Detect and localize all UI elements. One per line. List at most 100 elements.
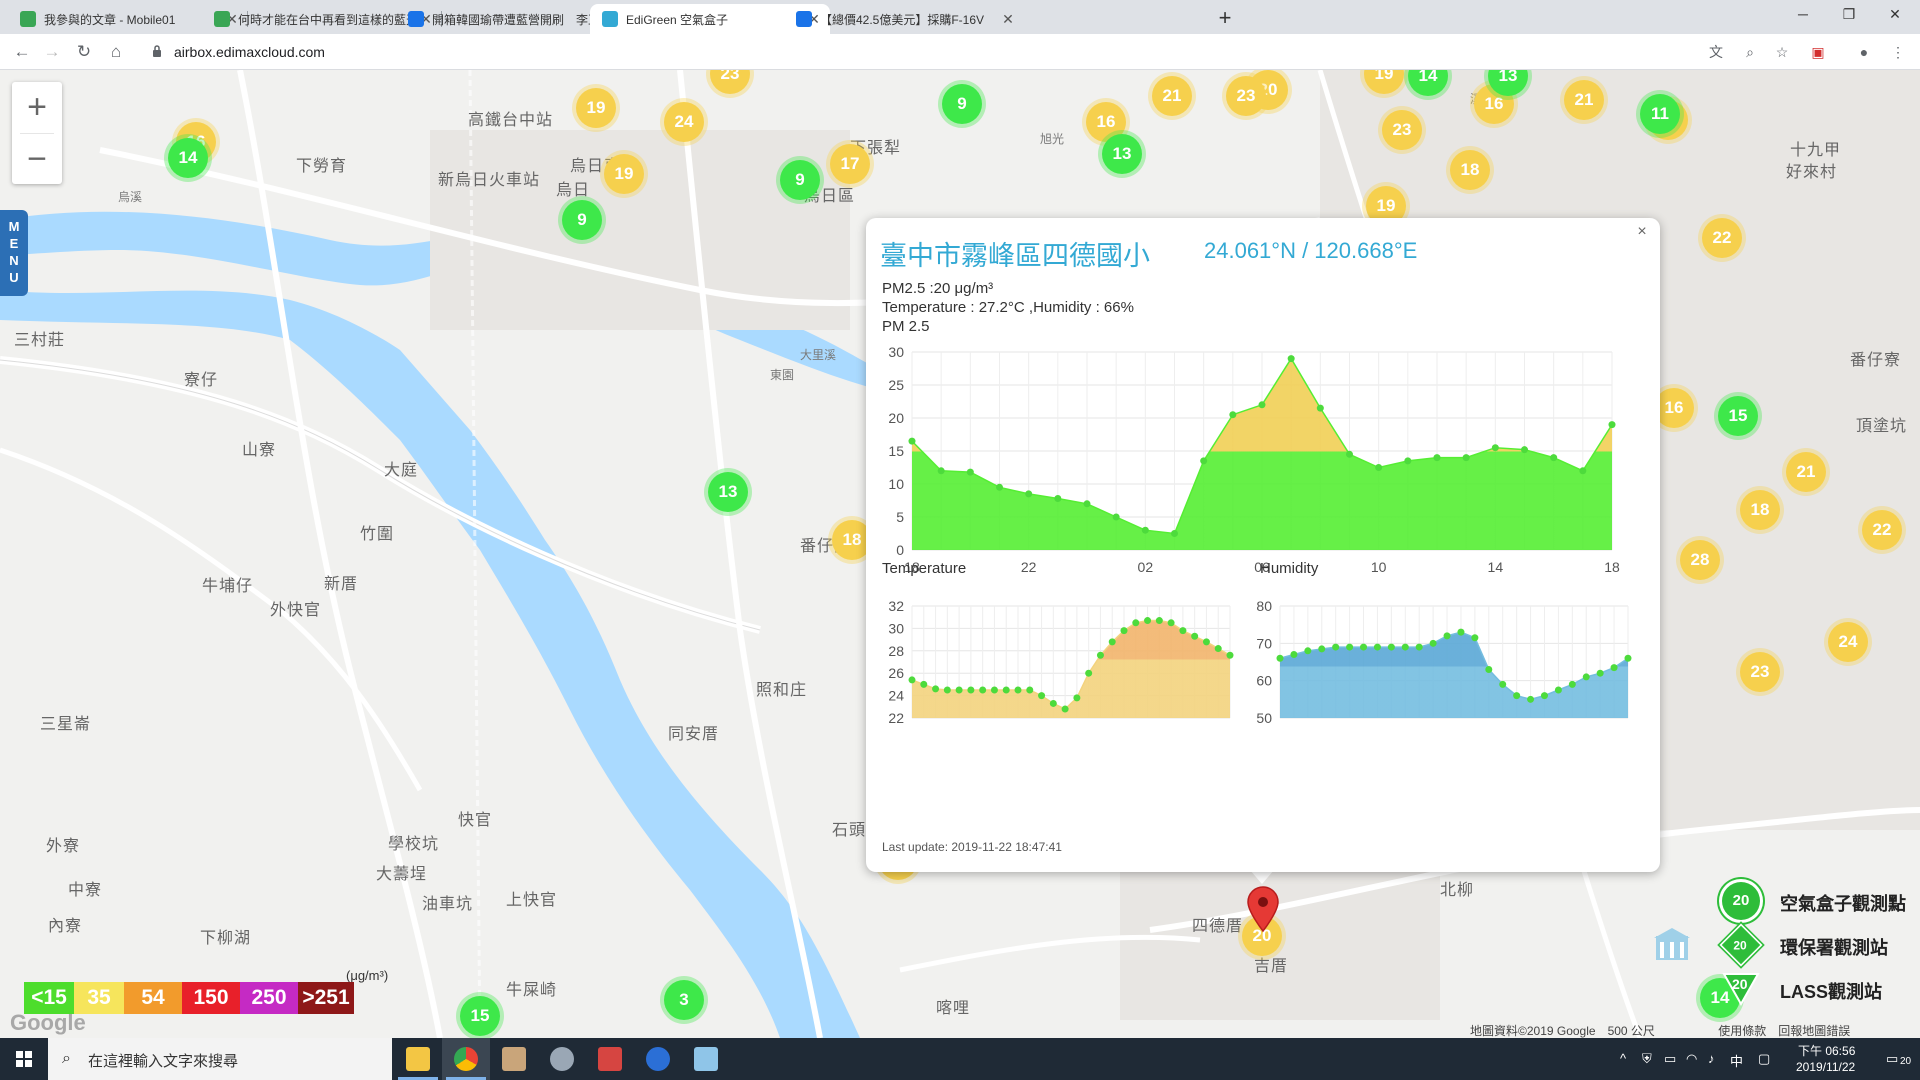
legend-epa-label: 環保署觀測站	[1780, 938, 1888, 958]
taskbar-app-7[interactable]	[682, 1038, 730, 1080]
river-label: 大里溪	[800, 348, 837, 362]
zoom-magnifier-icon[interactable]: ⌕	[1740, 42, 1760, 62]
ime-mode-icon[interactable]: ▢	[1758, 1051, 1770, 1067]
pm-chart-title: PM 2.5	[882, 318, 930, 335]
new-tab-button[interactable]: +	[1212, 6, 1238, 32]
tab-label: 開箱韓國瑜帶遭藍營開刷 李正皓	[432, 12, 612, 27]
bookmark-star-icon[interactable]: ☆	[1772, 42, 1792, 62]
airbox-marker-moderate[interactable]: 23	[1382, 110, 1422, 150]
lock-icon	[153, 45, 161, 57]
pm25-point	[1054, 495, 1062, 503]
airbox-marker-moderate[interactable]: 23	[1226, 76, 1266, 116]
close-icon[interactable]: ×	[1632, 222, 1652, 242]
airbox-marker-moderate[interactable]: 22	[1702, 218, 1742, 258]
pm25-point	[937, 467, 945, 475]
back-arrow-icon[interactable]: ←	[10, 40, 34, 64]
humidity-y-tick-label: 70	[1256, 635, 1272, 651]
translate-icon[interactable]: 文	[1706, 42, 1726, 62]
account-icon[interactable]: ●	[1854, 42, 1874, 62]
notification-icon[interactable]: ▭	[1886, 1051, 1898, 1067]
humidity-point	[1443, 632, 1451, 640]
forward-arrow-icon[interactable]: →	[40, 40, 64, 64]
airbox-marker-good[interactable]: 13	[708, 472, 748, 512]
place-label: 牛埔仔	[202, 578, 254, 595]
taskbar-search-box[interactable]: ⌕ 在這裡輸入文字來搜尋	[48, 1038, 392, 1080]
legend-airbox[interactable]: 20 空氣盒子觀測點	[1650, 882, 1920, 922]
airbox-marker-moderate[interactable]: 28	[1680, 540, 1720, 580]
airbox-marker-moderate[interactable]: 22	[1862, 510, 1902, 550]
legend-epa-station[interactable]: 20 環保署觀測站	[1650, 923, 1920, 967]
taskbar-app-5[interactable]	[586, 1038, 634, 1080]
airbox-marker-moderate[interactable]: 24	[664, 102, 704, 142]
taskbar-app-6[interactable]	[634, 1038, 682, 1080]
airbox-marker-moderate[interactable]: 16	[1654, 388, 1694, 428]
side-menu-button[interactable]: MENU	[0, 210, 28, 296]
place-label: 高鐵台中站	[468, 112, 554, 129]
search-icon: ⌕	[62, 1050, 71, 1067]
battery-icon[interactable]: ▭	[1664, 1051, 1676, 1067]
airbox-marker-moderate[interactable]: 18	[1450, 150, 1490, 190]
airbox-marker-moderate[interactable]: 21	[1152, 76, 1192, 116]
airbox-marker-good[interactable]: 9	[562, 200, 602, 240]
windows-start-icon[interactable]	[0, 1038, 48, 1080]
airbox-marker-moderate[interactable]: 24	[1828, 622, 1868, 662]
taskbar-app-4[interactable]	[538, 1038, 586, 1080]
clock-date[interactable]: 2019/11/22	[1796, 1060, 1855, 1074]
airbox-marker-moderate[interactable]: 17	[830, 144, 870, 184]
location-pin-icon[interactable]	[1246, 886, 1280, 932]
wifi-icon[interactable]: ◠	[1686, 1051, 1697, 1067]
taskbar-file-explorer[interactable]	[394, 1038, 442, 1080]
pm25-point	[1346, 450, 1353, 458]
address-bar[interactable]: airbox.edimaxcloud.com	[140, 38, 1750, 66]
airbox-marker-good[interactable]: 3	[664, 980, 704, 1020]
airbox-marker-good[interactable]: 15	[1718, 396, 1758, 436]
legend-lass-station[interactable]: 20 LASS觀測站	[1650, 970, 1920, 1010]
clock-time[interactable]: 下午 06:56	[1798, 1042, 1855, 1059]
tab-close-icon[interactable]: ✕	[1000, 11, 1016, 28]
zoom-in-button[interactable]: +	[12, 82, 62, 133]
airbox-marker-good[interactable]: 15	[460, 996, 500, 1036]
extension-icon[interactable]: ▣	[1808, 42, 1828, 62]
place-label: 北柳	[1440, 882, 1475, 899]
minimize-button[interactable]: ─	[1780, 0, 1826, 30]
map-attribution[interactable]: 地圖資料©2019 Google 500 公尺 使用條款 回報地圖錯誤	[1470, 1022, 1850, 1039]
airbox-marker-moderate[interactable]: 19	[576, 88, 616, 128]
humidity-point	[1527, 695, 1535, 703]
more-menu-icon[interactable]: ⋮	[1888, 42, 1908, 62]
system-tray: ^ ⛨ ▭ ◠ ♪ 中 ▢ 下午 06:56 2019/11/22 ▭ 20	[1620, 1038, 1920, 1080]
chevron-up-icon[interactable]: ^	[1620, 1051, 1626, 1066]
pm25-point	[1462, 454, 1470, 462]
airbox-marker-good[interactable]: 11	[1640, 94, 1680, 134]
airbox-marker-good[interactable]: 9	[942, 84, 982, 124]
airbox-marker-good[interactable]: 13	[1102, 134, 1142, 174]
tab-f16v-article[interactable]: 【總價42.5億美元】採購F-16V ✕	[784, 4, 1024, 34]
taskbar-chrome[interactable]	[442, 1038, 490, 1080]
humidity-point	[1304, 647, 1312, 655]
close-window-button[interactable]: ✕	[1872, 0, 1918, 30]
home-icon[interactable]: ⌂	[104, 40, 128, 64]
last-update-text: Last update: 2019-11-22 18:47:41	[882, 840, 1062, 854]
airbox-marker-good[interactable]: 14	[168, 138, 208, 178]
airbox-marker-moderate[interactable]: 18	[1740, 490, 1780, 530]
place-label: 學校坑	[388, 836, 440, 853]
volume-icon[interactable]: ♪	[1708, 1051, 1715, 1066]
airbox-marker-good[interactable]: 9	[780, 160, 820, 200]
place-label: 同安厝	[668, 726, 720, 743]
taskbar-app-3[interactable]	[490, 1038, 538, 1080]
zoom-out-button[interactable]: −	[12, 134, 62, 185]
pm25-point	[1141, 526, 1149, 534]
ime-indicator[interactable]: 中	[1730, 1051, 1743, 1070]
maximize-button[interactable]: ❐	[1826, 0, 1872, 30]
airbox-marker-moderate[interactable]: 23	[1740, 652, 1780, 692]
pm25-x-tick-label: 14	[1488, 559, 1504, 575]
reload-icon[interactable]: ↻	[72, 40, 96, 64]
place-label: 山寮	[242, 442, 277, 459]
airbox-marker-moderate[interactable]: 21	[1564, 80, 1604, 120]
tab-label: 何時才能在台中再看到這樣的藍天	[238, 12, 418, 27]
airbox-marker-moderate[interactable]: 21	[1786, 452, 1826, 492]
security-icon[interactable]: ⛨	[1642, 1051, 1652, 1067]
humidity-point	[1485, 665, 1493, 673]
airbox-marker-moderate[interactable]: 19	[604, 154, 644, 194]
humidity-point	[1540, 692, 1548, 700]
place-label: 牛屎崎	[506, 982, 558, 999]
